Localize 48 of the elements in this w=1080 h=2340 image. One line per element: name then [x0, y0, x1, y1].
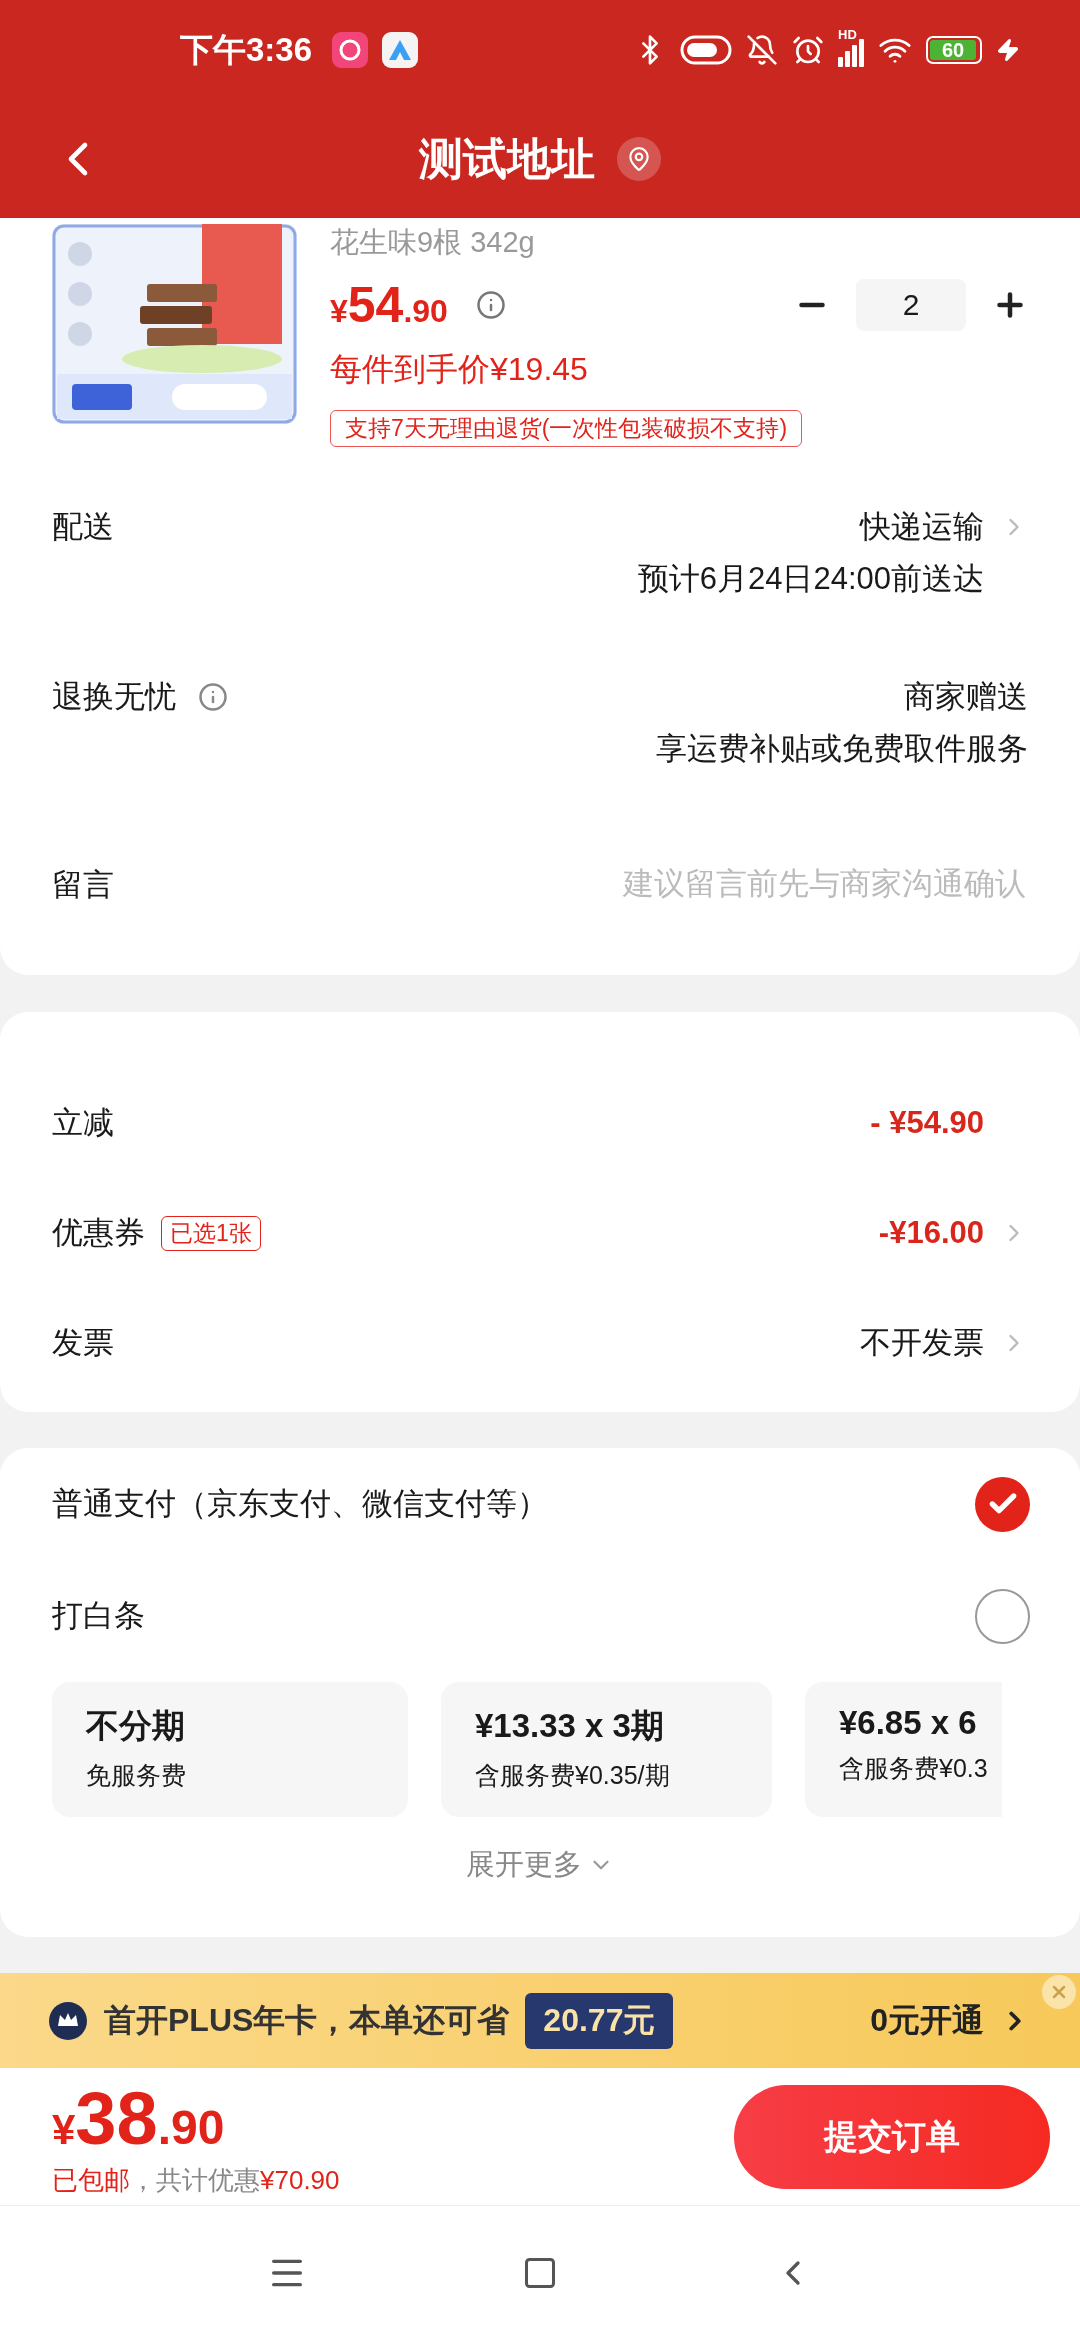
info-icon[interactable]	[475, 290, 506, 320]
row-value: 不开发票	[860, 1324, 984, 1363]
plus-promo-text: 首开PLUS年卡，本单还可省	[104, 2000, 510, 2040]
battery-icon: 60	[926, 36, 982, 64]
expand-more-button[interactable]: 展开更多	[466, 1845, 614, 1885]
row-label: 发票	[52, 1324, 114, 1363]
crown-icon	[48, 2000, 88, 2041]
row-label: 优惠券	[52, 1214, 145, 1253]
app-icon	[382, 32, 419, 68]
return-policy-tag: 支持7天无理由退货(一次性包装破损不支持)	[330, 410, 803, 447]
payment-option-label: 普通支付（京东支付、微信支付等）	[52, 1485, 548, 1523]
mute-icon	[746, 34, 778, 66]
status-time: 下午3:36	[180, 29, 313, 70]
row-label: 立减	[52, 1104, 114, 1143]
radio-button[interactable]	[975, 1476, 1030, 1532]
installment-option[interactable]: ¥13.33 x 3期 含服务费¥0.35/期	[441, 1682, 772, 1817]
row-value: -¥16.00	[878, 1214, 984, 1253]
total-price: ¥38.90	[52, 2075, 226, 2161]
product-price: ¥54.90	[330, 276, 448, 334]
row-value: 享运费补贴或免费取件服务	[656, 730, 1028, 768]
toggle-icon	[680, 35, 732, 65]
address-title[interactable]: 测试地址	[419, 129, 595, 189]
row-label: 留言	[52, 866, 114, 904]
location-icon[interactable]	[617, 137, 661, 181]
coupon-badge: 已选1张	[161, 1215, 261, 1251]
installment-option[interactable]: ¥6.85 x 6 含服务费¥0.3	[805, 1682, 1002, 1817]
music-app-icon	[332, 32, 369, 68]
row-value: 商家赠送	[904, 678, 1028, 716]
row-label: 配送	[52, 508, 114, 546]
installment-option[interactable]: 不分期 免服务费	[52, 1682, 408, 1817]
open-plus-button[interactable]: 0元开通	[870, 1998, 1030, 2043]
savings-amount: 20.77元	[525, 1992, 674, 2049]
row-value: 预计6月24日24:00前送达	[637, 560, 984, 598]
alarm-icon	[792, 34, 824, 66]
charging-icon	[996, 38, 1020, 62]
home-icon[interactable]	[522, 2255, 558, 2291]
savings-note: 已包邮，共计优惠¥70.90	[52, 2163, 340, 2197]
row-value: 快递运输	[860, 508, 984, 546]
radio-button[interactable]	[975, 1588, 1030, 1644]
info-icon[interactable]	[198, 682, 228, 712]
quantity-field[interactable]: 2	[856, 279, 966, 331]
unit-price: 每件到手价¥19.45	[330, 350, 589, 389]
row-value: - ¥54.90	[870, 1104, 984, 1143]
message-field[interactable]: 建议留言前先与商家沟通确认	[464, 865, 1028, 903]
product-title: 花生味9根 342g	[330, 225, 536, 260]
payment-option-label: 打白条	[52, 1597, 145, 1635]
submit-order-button[interactable]: 提交订单	[734, 2084, 1050, 2189]
row-label: 退换无忧	[52, 678, 176, 716]
